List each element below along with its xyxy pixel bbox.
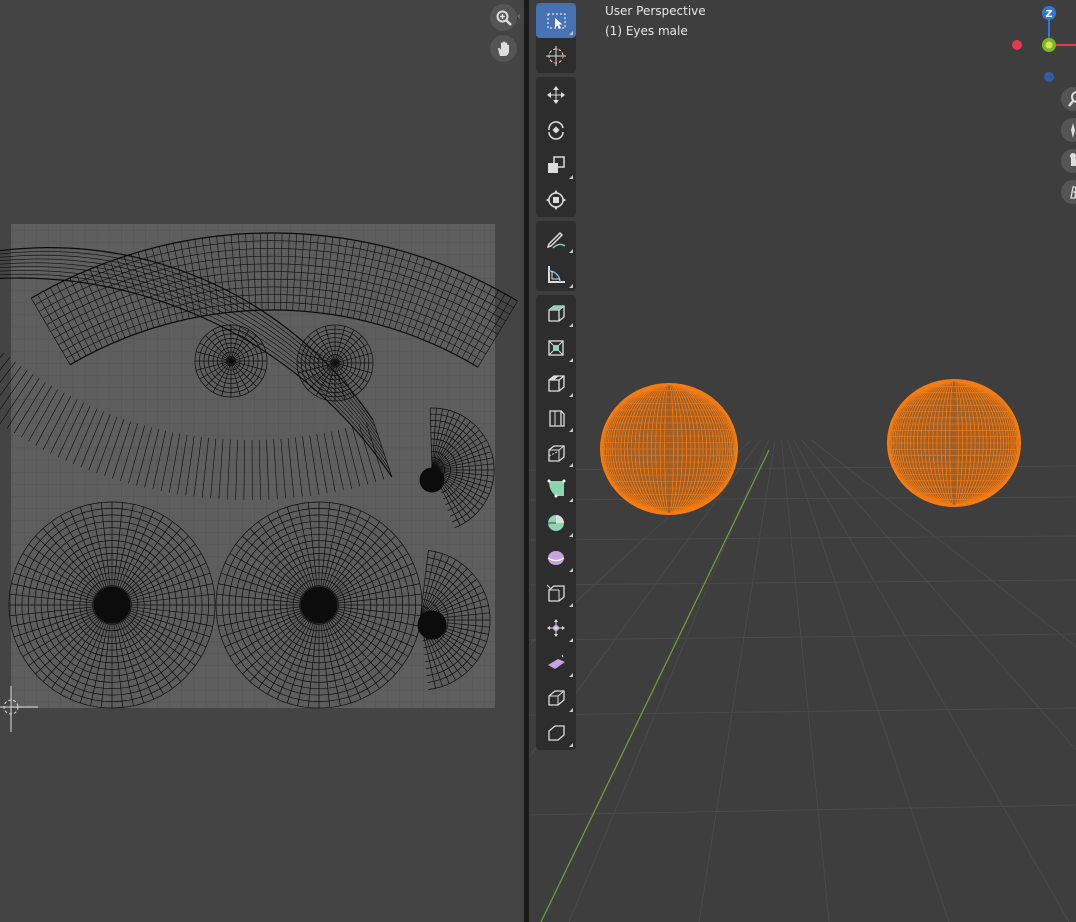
rotate-icon	[548, 120, 564, 140]
rotate-tool-button[interactable]	[536, 112, 576, 147]
edge-slide-icon	[547, 618, 565, 637]
knife-icon	[547, 479, 566, 497]
add-cube-tool-button[interactable]	[536, 295, 576, 330]
poly-build-tool-button[interactable]	[536, 505, 576, 540]
shrink-fatten-tool-button[interactable]	[536, 645, 576, 680]
rip-region-tool-button[interactable]	[536, 715, 576, 750]
zoom-icon[interactable]	[490, 4, 517, 31]
3d-viewport[interactable]: User Perspective (1) Eyes male Z	[529, 0, 1076, 922]
measure-icon	[548, 265, 565, 283]
move-icon	[547, 85, 565, 104]
eye-mesh-right	[887, 379, 1021, 507]
edge-slide-tool-button[interactable]	[536, 610, 576, 645]
add-cube-icon	[548, 304, 565, 322]
transform-icon	[546, 189, 566, 210]
tool-group	[536, 3, 576, 73]
bevel-icon	[549, 409, 565, 427]
move-tool-button[interactable]	[536, 77, 576, 112]
tool-group	[536, 221, 576, 291]
rip-region-icon	[548, 724, 565, 741]
scale-tool-button[interactable]	[536, 147, 576, 182]
bevel-tool-button[interactable]	[536, 400, 576, 435]
shear-icon	[548, 689, 565, 706]
pan-hand-icon[interactable]	[490, 35, 517, 62]
viewport-canvas[interactable]	[529, 0, 1076, 922]
select-box-tool-button[interactable]	[536, 3, 576, 38]
inset-faces-icon	[548, 374, 565, 392]
smooth-icon	[546, 584, 565, 602]
knife-tool-button[interactable]	[536, 470, 576, 505]
inset-faces-tool-button[interactable]	[536, 365, 576, 400]
smooth-tool-button[interactable]	[536, 575, 576, 610]
transform-tool-button[interactable]	[536, 182, 576, 217]
tool-group	[536, 77, 576, 217]
eye-mesh-left	[600, 383, 738, 515]
poly-build-icon	[548, 514, 564, 531]
cursor-tool-button[interactable]	[536, 38, 576, 73]
extrude-region-tool-button[interactable]	[536, 330, 576, 365]
tool-group	[536, 295, 576, 750]
spin-icon	[547, 550, 565, 565]
loop-cut-tool-button[interactable]	[536, 435, 576, 470]
navigation-gizmo[interactable]: Z	[999, 0, 1076, 90]
measure-tool-button[interactable]	[536, 256, 576, 291]
uv-canvas[interactable]	[0, 0, 524, 922]
gizmo-neg-x-axis	[1012, 40, 1022, 50]
shear-tool-button[interactable]	[536, 680, 576, 715]
spin-tool-button[interactable]	[536, 540, 576, 575]
uv-editor-area[interactable]: ‹	[0, 0, 524, 922]
view-name-label: User Perspective	[605, 4, 706, 18]
loop-cut-icon	[548, 444, 565, 462]
tool-shelf	[536, 3, 576, 754]
object-info-label: (1) Eyes male	[605, 24, 688, 38]
annotate-icon	[546, 231, 566, 249]
select-box-icon	[547, 13, 566, 29]
extrude-region-icon	[548, 339, 564, 356]
gizmo-z-label: Z	[1045, 9, 1052, 20]
scale-icon	[548, 155, 565, 173]
cursor-icon	[546, 45, 566, 66]
shrink-fatten-icon	[548, 654, 565, 669]
annotate-tool-button[interactable]	[536, 221, 576, 256]
collapse-chevron-icon[interactable]: ‹	[517, 11, 521, 22]
gizmo-neg-z-axis	[1044, 72, 1054, 82]
